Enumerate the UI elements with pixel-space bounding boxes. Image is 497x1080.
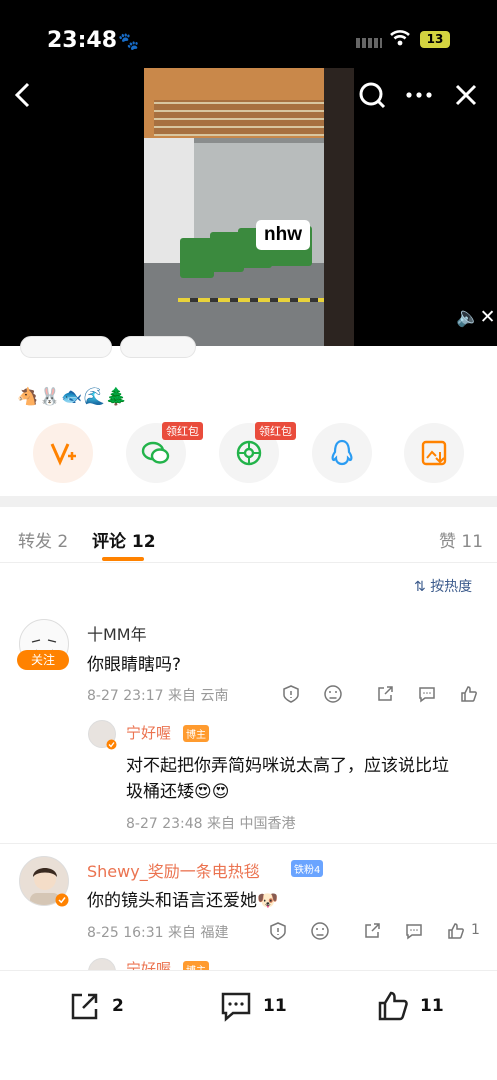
sort-label: 按热度 bbox=[430, 579, 473, 595]
wechat-icon bbox=[141, 441, 170, 464]
battery-indicator: 13 bbox=[420, 31, 450, 48]
bottom-repost-button[interactable]: 2 bbox=[68, 989, 124, 1023]
like-icon bbox=[378, 991, 408, 1021]
reply-meta: 8-27 23:48 来自 中国香港 bbox=[126, 816, 296, 832]
mute-icon[interactable]: 🔈✕ bbox=[456, 305, 496, 328]
comment-like-count: 1 bbox=[471, 922, 480, 938]
share-qq-button[interactable] bbox=[312, 423, 372, 483]
share-moments-button[interactable]: 领红包 bbox=[219, 422, 296, 483]
topic-chip[interactable] bbox=[120, 336, 196, 358]
host-badge: 博主 bbox=[183, 725, 209, 742]
fan-badge: 铁粉4 bbox=[291, 860, 324, 877]
verified-icon bbox=[106, 739, 117, 750]
like-thumb-icon[interactable] bbox=[459, 684, 479, 704]
commenter-name[interactable]: 十MM年 bbox=[87, 621, 147, 645]
like-thumb-icon[interactable] bbox=[446, 921, 466, 941]
comment-text: 你的镜头和语言还爱她🐶 bbox=[87, 891, 279, 911]
tab-comments[interactable]: 评论 12 bbox=[92, 527, 156, 552]
cellular-signal-icon bbox=[356, 38, 382, 48]
like-count: 11 bbox=[420, 996, 444, 1016]
report-icon[interactable] bbox=[281, 684, 301, 704]
comment-separator bbox=[0, 843, 497, 844]
share-icon[interactable] bbox=[362, 921, 382, 941]
bottom-action-bar: 2 11 11 bbox=[0, 970, 497, 1080]
paw-icon: 🐾 bbox=[118, 32, 140, 52]
topic-chips bbox=[20, 336, 220, 358]
commenter-name[interactable]: Shewy_奖励一条电热毯 bbox=[87, 858, 260, 882]
meta-fade-overlay bbox=[315, 808, 485, 830]
reply-icon[interactable] bbox=[417, 684, 437, 704]
dislike-face-icon[interactable] bbox=[323, 684, 343, 704]
repost-v-plus-icon bbox=[50, 443, 76, 466]
wifi-icon bbox=[390, 30, 410, 46]
tab-likes[interactable]: 赞 11 bbox=[439, 527, 483, 552]
verified-icon bbox=[55, 893, 69, 907]
comment-icon bbox=[221, 992, 251, 1022]
comment-meta: 8-25 16:31 来自 福建 bbox=[87, 925, 229, 941]
share-save-image-button[interactable] bbox=[404, 423, 464, 483]
comment-meta: 8-27 23:17 来自 云南 bbox=[87, 688, 229, 704]
scene-floor-stripe bbox=[178, 298, 328, 302]
tab-bar: 转发 2 评论 12 赞 11 bbox=[0, 507, 497, 563]
dislike-face-icon[interactable] bbox=[310, 921, 330, 941]
repost-icon bbox=[71, 993, 98, 1020]
reply-author-name[interactable]: 宁好喔 bbox=[126, 722, 171, 743]
topic-chip[interactable] bbox=[20, 336, 112, 358]
qq-icon bbox=[331, 439, 353, 466]
comment-count: 11 bbox=[263, 996, 287, 1016]
back-arrow-icon[interactable] bbox=[10, 80, 36, 110]
section-divider bbox=[0, 496, 497, 507]
video-player[interactable]: 23:48 🐾 13 nhw 🔈✕ bbox=[0, 0, 497, 346]
bottom-comment-button[interactable]: 11 bbox=[219, 989, 287, 1023]
moments-icon bbox=[236, 440, 262, 466]
share-icon[interactable] bbox=[375, 684, 395, 704]
repost-count: 2 bbox=[112, 996, 124, 1016]
report-icon[interactable] bbox=[268, 921, 288, 941]
share-repost-button[interactable] bbox=[33, 423, 93, 483]
comment-text: 你眼睛瞎吗? bbox=[87, 655, 182, 675]
scene-floor bbox=[144, 263, 354, 346]
save-image-icon bbox=[421, 440, 447, 466]
scene-ceiling bbox=[144, 68, 324, 138]
tab-reposts[interactable]: 转发 2 bbox=[18, 527, 68, 552]
scene-bin bbox=[180, 238, 214, 278]
video-watermark: nhw bbox=[256, 220, 310, 250]
follow-button[interactable]: 关注 bbox=[17, 650, 69, 670]
reply-text-line2: 圾桶还矮😍😍 bbox=[126, 782, 230, 802]
bottom-like-button[interactable]: 11 bbox=[376, 989, 444, 1023]
share-row: 领红包 领红包 bbox=[0, 422, 497, 485]
video-frame[interactable]: nhw bbox=[144, 68, 354, 346]
active-tab-indicator bbox=[102, 557, 144, 561]
share-wechat-button[interactable]: 领红包 bbox=[126, 422, 203, 483]
emoji-row: 🐴🐰🐟🌊🌲 bbox=[17, 387, 128, 407]
scene-pillar bbox=[324, 68, 354, 346]
sort-by-heat-button[interactable]: ⇅ 按热度 bbox=[414, 576, 472, 596]
close-icon[interactable] bbox=[452, 80, 480, 110]
reply-text-line1: 对不起把你弄简妈咪说太高了，应该说比垃 bbox=[126, 756, 449, 776]
sort-icon: ⇅ bbox=[414, 579, 431, 595]
more-icon[interactable] bbox=[403, 80, 435, 110]
clock: 23:48 bbox=[47, 28, 118, 53]
scene-ceiling-slats bbox=[154, 100, 324, 136]
reply-icon[interactable] bbox=[404, 921, 424, 941]
search-icon[interactable] bbox=[357, 80, 387, 110]
